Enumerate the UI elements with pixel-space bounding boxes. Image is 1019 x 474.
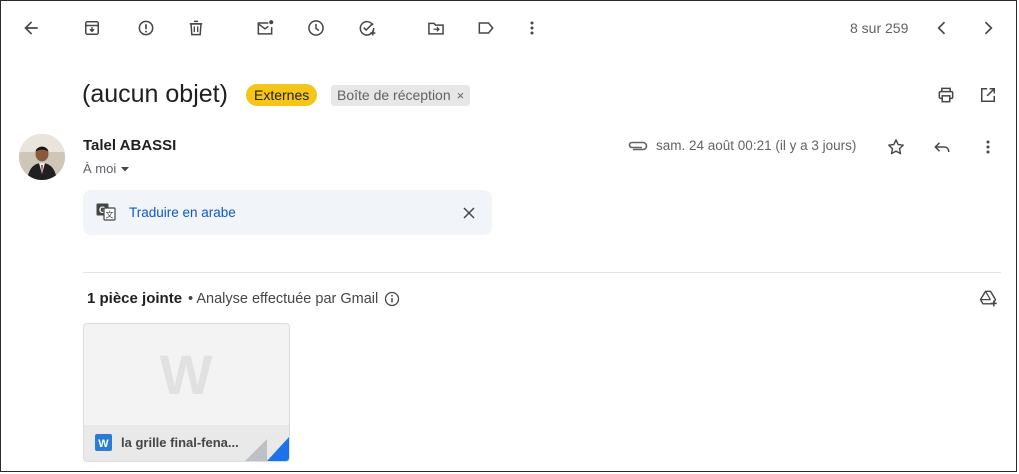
chevron-right-icon bbox=[984, 21, 993, 35]
reply-button[interactable] bbox=[928, 133, 956, 161]
more-options-button[interactable] bbox=[518, 14, 546, 42]
attachment-clip-icon bbox=[628, 141, 648, 151]
report-spam-icon bbox=[138, 20, 154, 36]
add-to-drive-icon bbox=[979, 290, 997, 307]
translate-link[interactable]: Traduire en arabe bbox=[129, 205, 236, 220]
email-subject: (aucun objet) bbox=[82, 80, 228, 108]
star-icon bbox=[888, 139, 904, 155]
close-icon bbox=[463, 207, 475, 219]
attachments-header: 1 pièce jointe • Analyse effectuée par G… bbox=[87, 290, 400, 307]
reply-icon bbox=[934, 142, 950, 152]
more-vert-icon bbox=[530, 21, 534, 35]
print-all-button[interactable] bbox=[932, 81, 960, 109]
message-date: sam. 24 août 00:21 (il y a 3 jours) bbox=[656, 138, 857, 153]
sender-name[interactable]: Talel ABASSI bbox=[83, 137, 176, 154]
info-icon[interactable] bbox=[384, 291, 400, 307]
sender-avatar[interactable] bbox=[19, 134, 65, 180]
attachment-filename: la grille final-fena... bbox=[121, 435, 239, 450]
labels-button[interactable] bbox=[472, 14, 500, 42]
add-to-tasks-button[interactable] bbox=[353, 14, 381, 42]
word-file-icon: W bbox=[95, 434, 112, 451]
label-icon bbox=[478, 22, 494, 34]
open-new-window-button[interactable] bbox=[974, 81, 1002, 109]
snooze-button[interactable] bbox=[302, 14, 330, 42]
chevron-left-icon bbox=[937, 21, 946, 35]
mark-unread-button[interactable] bbox=[251, 14, 279, 42]
arrow-back-icon bbox=[24, 21, 38, 35]
snooze-icon bbox=[308, 20, 324, 36]
report-spam-button[interactable] bbox=[132, 14, 160, 42]
inbox-label-text: Boîte de réception bbox=[337, 87, 451, 103]
svg-text:文: 文 bbox=[106, 210, 114, 220]
external-label: Externes bbox=[246, 84, 318, 106]
inbox-label: Boîte de réception × bbox=[331, 85, 471, 106]
newer-button[interactable] bbox=[928, 14, 956, 42]
archive-button[interactable] bbox=[78, 14, 106, 42]
open-new-window-icon bbox=[981, 88, 995, 102]
delete-button[interactable] bbox=[182, 14, 210, 42]
caret-down-icon bbox=[121, 166, 130, 171]
word-preview-icon: W bbox=[160, 346, 212, 400]
back-button[interactable] bbox=[17, 14, 45, 42]
move-to-icon bbox=[428, 22, 444, 35]
older-button[interactable] bbox=[974, 14, 1002, 42]
add-task-icon bbox=[359, 20, 376, 36]
add-all-to-drive-button[interactable] bbox=[974, 284, 1002, 312]
more-vert-icon bbox=[986, 140, 990, 154]
delete-icon bbox=[189, 20, 203, 36]
close-translate-button[interactable] bbox=[455, 199, 483, 227]
translate-icon: G 文 bbox=[96, 203, 116, 221]
mark-unread-icon bbox=[257, 20, 274, 35]
message-more-button[interactable] bbox=[974, 133, 1002, 161]
svg-text:W: W bbox=[98, 438, 109, 450]
scan-status: • Analyse effectuée par Gmail bbox=[188, 290, 379, 307]
file-corner-fold bbox=[245, 437, 289, 461]
section-divider bbox=[83, 272, 1001, 273]
attachment-count: 1 pièce jointe bbox=[87, 290, 183, 307]
recipient-text: À moi bbox=[83, 161, 117, 176]
star-button[interactable] bbox=[882, 133, 910, 161]
svg-text:W: W bbox=[160, 346, 212, 400]
print-icon bbox=[938, 87, 954, 103]
recipient-details-toggle[interactable]: À moi bbox=[83, 161, 130, 176]
translate-bar: G 文 Traduire en arabe bbox=[83, 190, 492, 235]
move-to-button[interactable] bbox=[422, 14, 450, 42]
pagination-text: 8 sur 259 bbox=[850, 20, 909, 36]
archive-icon bbox=[85, 21, 99, 35]
remove-label-button[interactable]: × bbox=[457, 85, 465, 106]
attachment-card[interactable]: W W la grille final-fena... bbox=[83, 323, 290, 462]
